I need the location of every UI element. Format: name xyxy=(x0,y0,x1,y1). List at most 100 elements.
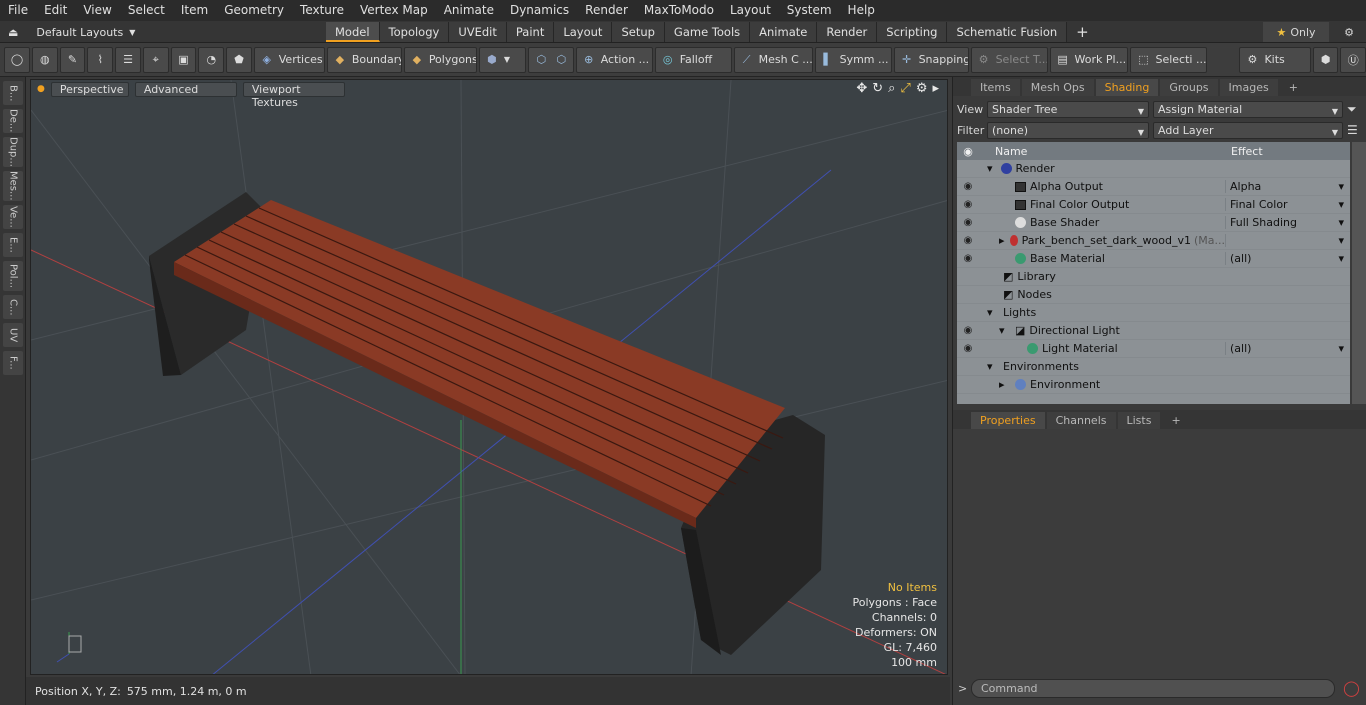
circle-select-icon[interactable]: ◯ xyxy=(4,46,30,73)
tree-row-environments[interactable]: ▾ Environments xyxy=(957,358,1350,376)
filter-select[interactable]: (none) xyxy=(987,121,1149,140)
advanced-button[interactable]: Advanced xyxy=(134,81,237,97)
kits-button[interactable]: ⚙ Kits xyxy=(1239,46,1311,73)
record-icon[interactable]: ◯ xyxy=(1343,679,1360,697)
tree-row-park-bench-material[interactable]: ◉ ▸ Park_bench_set_dark_wood_v1 (Ma... ▾ xyxy=(957,232,1350,250)
filter-icon[interactable]: ⏷ xyxy=(1347,102,1357,117)
effect-dropdown-icon[interactable]: ▾ xyxy=(1338,180,1344,193)
expand-icon[interactable]: ▾ xyxy=(999,324,1015,337)
expand-icon[interactable]: ▸ xyxy=(999,234,1010,247)
modo-cube-icon[interactable]: ⬢ xyxy=(1312,46,1339,73)
tree-row-render[interactable]: ▾ Render xyxy=(957,160,1350,178)
tree-row-library[interactable]: ◩ Library xyxy=(957,268,1350,286)
effect-dropdown-icon[interactable]: ▾ xyxy=(1338,198,1344,211)
menu-animate[interactable]: Animate xyxy=(436,0,502,21)
eye-icon[interactable]: ◉ xyxy=(957,181,979,192)
selection-sets-button[interactable]: ⬚ Selecti ... xyxy=(1130,46,1208,73)
tree-row-alpha-output[interactable]: ◉ Alpha Output Alpha ▾ xyxy=(957,178,1350,196)
menu-item[interactable]: Item xyxy=(173,0,216,21)
tab-scripting[interactable]: Scripting xyxy=(877,22,948,42)
pen-icon[interactable]: ✎ xyxy=(59,46,86,73)
tree-scrollbar[interactable] xyxy=(1352,142,1366,404)
menu-vertex-map[interactable]: Vertex Map xyxy=(352,0,436,21)
add-tab-button[interactable]: + xyxy=(1067,22,1098,42)
left-tab-uv[interactable]: UV xyxy=(3,323,23,347)
menu-file[interactable]: File xyxy=(0,0,36,21)
tree-row-directional-light[interactable]: ◉ ▾ ◪ Directional Light xyxy=(957,322,1350,340)
name-column-header[interactable]: Name xyxy=(979,145,1225,158)
tab-setup[interactable]: Setup xyxy=(612,22,665,42)
menu-geometry[interactable]: Geometry xyxy=(216,0,292,21)
eye-icon[interactable]: ◉ xyxy=(957,199,979,210)
left-tab-polygon[interactable]: Pol... xyxy=(3,261,23,291)
left-tab-deform[interactable]: De... xyxy=(3,109,23,133)
left-tab-basic[interactable]: B... xyxy=(3,81,23,105)
eye-icon[interactable]: ◉ xyxy=(957,235,979,246)
left-tab-vertex[interactable]: Ve... xyxy=(3,205,23,229)
gear-icon[interactable]: ⚙ xyxy=(1338,23,1360,41)
tree-row-lights[interactable]: ▾ Lights xyxy=(957,304,1350,322)
menu-dynamics[interactable]: Dynamics xyxy=(502,0,577,21)
only-toggle[interactable]: ★ Only xyxy=(1263,22,1329,42)
effect-dropdown-icon[interactable]: ▾ xyxy=(1338,252,1344,265)
shield-icon[interactable]: ⬟ xyxy=(226,46,252,73)
vertices-button[interactable]: ◈ Vertices xyxy=(253,46,325,73)
menu-edit[interactable]: Edit xyxy=(36,0,75,21)
add-layer-select[interactable]: Add Layer xyxy=(1153,121,1343,140)
boundary-button[interactable]: ◆ Boundary xyxy=(326,46,402,73)
left-tab-mesh-edit[interactable]: Mes... xyxy=(3,171,23,201)
left-tab-fusion[interactable]: F... xyxy=(3,351,23,375)
polygons-button[interactable]: ◆ Polygons xyxy=(403,46,477,73)
view-select[interactable]: Shader Tree xyxy=(987,100,1149,119)
tree-row-final-color[interactable]: ◉ Final Color Output Final Color ▾ xyxy=(957,196,1350,214)
eye-icon[interactable]: ◉ xyxy=(957,343,979,354)
eye-icon[interactable]: ◉ xyxy=(957,253,979,264)
tab-model[interactable]: Model xyxy=(326,22,380,42)
add-panel-tab-button[interactable]: + xyxy=(1280,79,1307,96)
menu-layout[interactable]: Layout xyxy=(722,0,779,21)
assign-material-select[interactable]: Assign Material xyxy=(1153,100,1343,119)
tree-row-environment[interactable]: ▸ Environment xyxy=(957,376,1350,394)
work-plane-button[interactable]: ▤ Work Pl... xyxy=(1049,46,1129,73)
3d-viewport[interactable]: ● Perspective Advanced Viewport Textures… xyxy=(30,79,948,675)
expand-icon[interactable]: ▸ xyxy=(999,378,1015,391)
falloff-button[interactable]: ◎ Falloff xyxy=(654,46,732,73)
effect-dropdown-icon[interactable]: ▾ xyxy=(1338,216,1344,229)
select-through-button[interactable]: ⚙ Select T... xyxy=(970,46,1048,73)
tab-uvedit[interactable]: UVEdit xyxy=(449,22,507,42)
action-center-button[interactable]: ⊕ Action ... xyxy=(575,46,653,73)
snapping-button[interactable]: ✛ Snapping xyxy=(893,46,969,73)
box-select-icon[interactable]: ▣ xyxy=(170,46,197,73)
tab-images[interactable]: Images xyxy=(1219,79,1278,96)
menu-view[interactable]: View xyxy=(75,0,119,21)
tab-shading[interactable]: Shading xyxy=(1095,79,1159,96)
tab-topology[interactable]: Topology xyxy=(379,22,450,42)
menu-maxtomodo[interactable]: MaxToModo xyxy=(636,0,722,21)
left-tab-edge[interactable]: E... xyxy=(3,233,23,257)
mesh-constraint-button[interactable]: ⟋ Mesh C ... xyxy=(733,46,813,73)
list-options-icon[interactable]: ☰ xyxy=(1347,123,1358,137)
menu-system[interactable]: System xyxy=(779,0,840,21)
effect-column-header[interactable]: Effect xyxy=(1225,145,1263,158)
tab-layout[interactable]: Layout xyxy=(554,22,613,42)
eye-icon[interactable]: ◉ xyxy=(957,325,979,336)
brush-icon[interactable]: ⌇ xyxy=(87,46,113,73)
tree-row-light-material[interactable]: ◉ Light Material (all) ▾ xyxy=(957,340,1350,358)
rotate-icon[interactable]: ↻ xyxy=(872,81,883,96)
maximize-icon[interactable]: ⤢ xyxy=(900,81,910,96)
snap-mode-icon[interactable]: ⬡ ⬡ xyxy=(528,46,574,73)
add-lower-tab-button[interactable]: + xyxy=(1162,412,1189,429)
expand-icon[interactable]: ▾ xyxy=(987,306,1003,319)
tab-groups[interactable]: Groups xyxy=(1160,79,1218,96)
tree-row-base-material[interactable]: ◉ Base Material (all) ▾ xyxy=(957,250,1350,268)
layers-icon[interactable]: ☰ xyxy=(115,46,141,73)
viewport-gear-icon[interactable]: ⚙ xyxy=(916,81,928,96)
tree-row-base-shader[interactable]: ◉ Base Shader Full Shading ▾ xyxy=(957,214,1350,232)
tab-render[interactable]: Render xyxy=(817,22,878,42)
item-mode-icon[interactable]: ⬢ ▼ xyxy=(478,46,527,73)
menu-render[interactable]: Render xyxy=(577,0,636,21)
globe-icon[interactable]: ◍ xyxy=(31,46,58,73)
tree-row-nodes[interactable]: ◩ Nodes xyxy=(957,286,1350,304)
symmetry-button[interactable]: ▌ Symm ... xyxy=(814,46,892,73)
effect-dropdown-icon[interactable]: ▾ xyxy=(1338,234,1344,247)
